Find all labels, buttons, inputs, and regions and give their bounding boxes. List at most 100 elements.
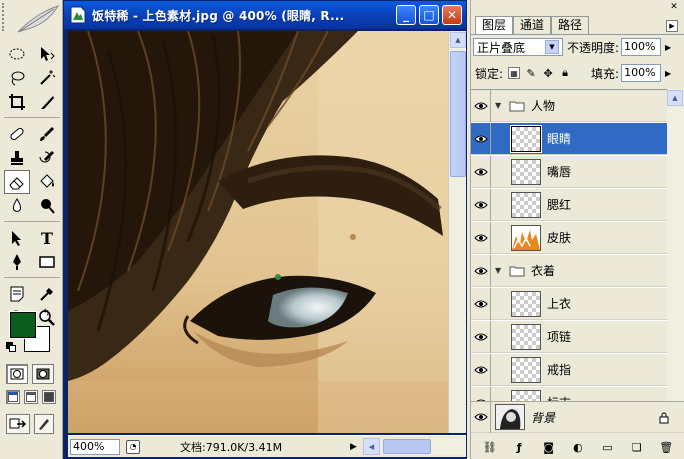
chevron-down-icon: ▼: [545, 40, 559, 54]
layer-style-icon[interactable]: ƒ: [511, 441, 527, 455]
delete-layer-trash-icon[interactable]: 🗑︎: [658, 441, 674, 455]
rectangle-tool[interactable]: [34, 250, 60, 274]
fill-field[interactable]: 100%: [621, 64, 662, 82]
history-brush-tool[interactable]: [34, 146, 60, 170]
toolbox-grip[interactable]: [2, 3, 10, 31]
visibility-eye-icon[interactable]: [471, 122, 491, 155]
link-layers-icon[interactable]: ⛓︎: [482, 441, 498, 455]
new-group-folder-icon[interactable]: ▭: [599, 441, 615, 455]
marquee-tool[interactable]: [4, 42, 30, 66]
visibility-eye-icon[interactable]: [471, 320, 491, 353]
visibility-eye-icon[interactable]: [471, 221, 491, 254]
visibility-eye-icon[interactable]: [471, 287, 491, 320]
image-canvas[interactable]: [68, 31, 448, 433]
text-tool[interactable]: T: [34, 226, 60, 250]
dodge-icon: [41, 199, 55, 214]
add-layer-mask-icon[interactable]: ◙: [541, 441, 557, 455]
layer-row-skin[interactable]: 皮肤: [471, 221, 667, 254]
tab-layers[interactable]: 图层: [475, 16, 514, 34]
layers-scroll-up-arrow-icon[interactable]: ▲: [667, 90, 683, 106]
canvas-scroll-thumb[interactable]: [450, 51, 466, 177]
scroll-up-arrow-icon[interactable]: ▲: [450, 32, 466, 48]
lock-pixels-brush-icon[interactable]: ✎: [525, 67, 537, 80]
pen-tool[interactable]: [4, 250, 30, 274]
layer-row-ring[interactable]: 戒指: [471, 353, 667, 386]
blur-tool[interactable]: [4, 194, 30, 218]
swap-colors-icon[interactable]: ↰: [42, 308, 50, 319]
new-layer-icon[interactable]: ❏: [629, 441, 645, 455]
standard-mode-button[interactable]: [6, 364, 28, 384]
layer-row-top[interactable]: 上衣: [471, 287, 667, 320]
lock-transparency-icon[interactable]: ▦: [508, 67, 521, 79]
layer-row-eyes[interactable]: 眼睛: [471, 122, 667, 155]
full-screen-menu-button[interactable]: [24, 390, 38, 404]
default-colors-icon[interactable]: [6, 342, 16, 352]
palette-menu-arrow-icon[interactable]: ▶: [666, 20, 678, 32]
opacity-slider-arrow-icon[interactable]: ▶: [661, 38, 675, 56]
layer-row-lips[interactable]: 嘴唇: [471, 155, 667, 188]
tab-channels[interactable]: 通道: [513, 16, 552, 34]
full-screen-button[interactable]: [42, 390, 56, 404]
status-options-icon[interactable]: ◔: [126, 439, 140, 454]
layers-vertical-scrollbar[interactable]: ▲ ▼: [667, 89, 684, 429]
layers-palette-footer: ⛓︎ ƒ ◙ ◐ ▭ ❏ 🗑︎: [471, 435, 684, 459]
lock-all-icon[interactable]: 🔒︎: [559, 66, 571, 79]
healing-brush-tool[interactable]: [4, 122, 30, 146]
notes-tool[interactable]: [4, 282, 30, 306]
blend-mode-select[interactable]: 正片叠底 ▼: [473, 38, 563, 56]
dodge-tool[interactable]: [34, 194, 60, 218]
layer-row-background[interactable]: 背景: [471, 401, 684, 433]
palette-close-icon[interactable]: ✕: [668, 1, 680, 13]
visibility-eye-icon[interactable]: [471, 90, 491, 122]
path-selection-tool[interactable]: [4, 226, 30, 250]
magic-wand-tool[interactable]: [34, 66, 60, 90]
eyedropper-icon: [40, 288, 53, 301]
visibility-eye-icon[interactable]: [471, 353, 491, 386]
minimize-icon: _: [403, 8, 409, 22]
document-title-bar[interactable]: 饭特稀 - 上色素材.jpg @ 400% (眼睛, R... _ □ ✕: [64, 1, 466, 29]
standard-screen-button[interactable]: [6, 390, 20, 404]
jump-to-imageready-button[interactable]: [6, 414, 30, 434]
visibility-eye-icon[interactable]: [471, 155, 491, 188]
foreground-color-swatch[interactable]: [9, 311, 37, 339]
fill-slider-arrow-icon[interactable]: ▶: [661, 64, 675, 82]
quick-mask-button[interactable]: [32, 364, 54, 384]
minimize-button[interactable]: _: [396, 5, 416, 25]
lasso-tool[interactable]: [4, 66, 30, 90]
eyedropper-tool[interactable]: [34, 282, 60, 306]
lock-fill-row: 锁定: ▦ ✎ ✥ 🔒︎ 填充: 100% ▶: [473, 63, 684, 83]
layer-list: ▼ 人物 眼睛 嘴唇 腮红 皮肤 ▼ 衣着 上衣 项链 戒指: [471, 89, 667, 429]
canvas-vertical-scrollbar[interactable]: ▲: [448, 31, 466, 433]
group-expand-triangle-icon[interactable]: ▼: [495, 266, 505, 275]
canvas-horizontal-scrollbar[interactable]: ◀: [362, 438, 466, 455]
visibility-eye-icon[interactable]: [471, 401, 491, 433]
layer-row-necklace[interactable]: 项链: [471, 320, 667, 353]
scroll-left-arrow-icon[interactable]: ◀: [362, 438, 380, 455]
visibility-eye-icon[interactable]: [471, 254, 491, 287]
maximize-button[interactable]: □: [419, 5, 439, 25]
status-menu-arrow-icon[interactable]: ▶: [350, 442, 357, 452]
crop-tool[interactable]: [4, 90, 30, 114]
tab-paths[interactable]: 路径: [551, 16, 590, 34]
paint-bucket-tool[interactable]: [34, 170, 60, 194]
lock-position-move-icon[interactable]: ✥: [542, 67, 554, 80]
close-button[interactable]: ✕: [442, 5, 462, 25]
mask-mode-buttons: [6, 364, 54, 384]
group-expand-triangle-icon[interactable]: ▼: [495, 101, 505, 110]
layer-row-blush[interactable]: 腮红: [471, 188, 667, 221]
eraser-icon: [9, 177, 24, 190]
imageready-icon-button[interactable]: [34, 414, 54, 434]
layer-group-clothing[interactable]: ▼ 衣着: [471, 254, 667, 287]
visibility-eye-icon[interactable]: [471, 188, 491, 221]
brush-tool[interactable]: [34, 122, 60, 146]
horizontal-scroll-thumb[interactable]: [382, 439, 431, 454]
eraser-tool[interactable]: [4, 170, 30, 194]
clone-stamp-tool[interactable]: [4, 146, 30, 170]
slice-tool[interactable]: [34, 90, 60, 114]
opacity-field[interactable]: 100%: [621, 38, 662, 56]
close-icon: ✕: [446, 8, 458, 22]
move-tool[interactable]: [34, 42, 60, 66]
layer-group-people[interactable]: ▼ 人物: [471, 90, 667, 122]
adjustment-layer-icon[interactable]: ◐: [570, 441, 586, 455]
zoom-level-field[interactable]: 400%: [70, 438, 120, 455]
